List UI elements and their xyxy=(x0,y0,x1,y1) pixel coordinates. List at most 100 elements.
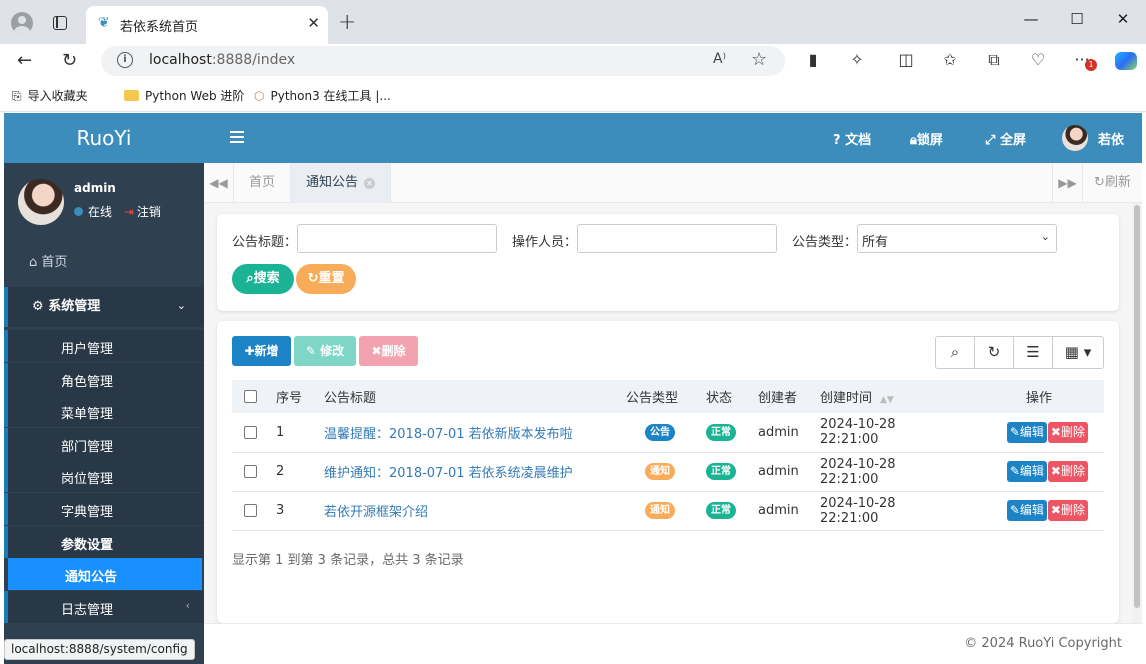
operator-input[interactable] xyxy=(577,224,777,253)
sidebar-item-users[interactable]: 用户管理 xyxy=(4,330,204,362)
sidebar-item-home[interactable]: ⌂ 首页 xyxy=(4,243,204,277)
col-seq[interactable]: 序号 xyxy=(270,380,318,413)
sidebar-item-config[interactable]: 参数设置 xyxy=(4,526,204,558)
new-tab-button[interactable]: + xyxy=(338,10,356,35)
browser-essentials-icon[interactable]: ♡ xyxy=(1027,50,1049,69)
question-icon: ? xyxy=(833,133,841,148)
sidebar-item-menus[interactable]: 菜单管理 xyxy=(4,395,204,427)
window-close-icon[interactable]: ✕ xyxy=(1108,10,1138,28)
row-title-link[interactable]: 温馨提醒：2018-07-01 若依新版本发布啦 xyxy=(324,427,573,442)
link-status-bar: localhost:8888/system/config xyxy=(4,639,195,660)
browser-tab[interactable]: ❦ 若依系统首页 ✕ xyxy=(86,6,328,44)
search-toggle-icon[interactable]: ⌕ xyxy=(936,337,975,368)
row-delete-button[interactable]: ✖删除 xyxy=(1047,421,1088,443)
chevron-down-icon: ⌄ xyxy=(1040,230,1050,243)
sidebar-item-notice[interactable]: 通知公告 xyxy=(8,558,202,590)
scrollbar-thumb[interactable] xyxy=(1134,205,1140,608)
columns-icon[interactable]: ▦ ▾ xyxy=(1053,337,1103,368)
sidebar-item-system[interactable]: ⚙ 系统管理 ⌄ xyxy=(4,287,204,327)
delete-button[interactable]: ✖删除 xyxy=(359,336,418,366)
avatar xyxy=(18,179,64,225)
read-aloud-icon[interactable]: A⁾ xyxy=(713,51,726,67)
select-all-checkbox[interactable] xyxy=(244,390,257,403)
sidebar-item-dicts[interactable]: 字典管理 xyxy=(4,493,204,525)
logo[interactable]: RuoYi xyxy=(4,113,204,163)
collections-icon[interactable]: ⧉ xyxy=(983,50,1005,70)
row-checkbox[interactable] xyxy=(244,465,257,478)
maximize-icon[interactable]: ☐ xyxy=(1062,10,1092,28)
copyright: © 2024 RuoYi Copyright xyxy=(964,636,1122,651)
topbar: ? 文档 🔒︎锁屏 ⤢ 全屏 若依 xyxy=(204,113,1142,163)
profile-icon[interactable] xyxy=(11,12,33,34)
address-bar[interactable]: i localhost:8888/index A⁾ ☆ xyxy=(101,46,785,76)
gear-icon: ⚙ xyxy=(32,299,44,314)
bookmark-import[interactable]: ⎘ 导入收藏夹 xyxy=(12,87,88,104)
logout-link[interactable]: 注销 xyxy=(137,205,161,219)
site-info-icon[interactable]: i xyxy=(117,52,133,68)
back-arrow-icon[interactable]: ← xyxy=(17,50,32,71)
reload-icon[interactable]: ↻ xyxy=(62,50,77,71)
split-screen-icon[interactable]: ◫ xyxy=(895,50,917,69)
sidebar-item-roles[interactable]: 角色管理 xyxy=(4,363,204,395)
row-edit-button[interactable]: ✎编辑 xyxy=(1006,500,1047,521)
topbar-user-name[interactable]: 若依 xyxy=(1098,129,1124,148)
sidebar-item-depts[interactable]: 部门管理 xyxy=(4,428,204,460)
row-delete-button[interactable]: ✖删除 xyxy=(1047,461,1088,482)
sidebar-item-posts[interactable]: 岗位管理 xyxy=(4,460,204,492)
row-checkbox[interactable] xyxy=(244,425,257,439)
edit-button[interactable]: ✎ 修改 xyxy=(294,336,356,366)
bookmark-python3-tools[interactable]: ⬡ Python3 在线工具 |... xyxy=(254,87,391,104)
row-checkbox[interactable] xyxy=(244,504,257,517)
row-title-link[interactable]: 维护通知：2018-07-01 若依系统凌晨维护 xyxy=(324,466,573,481)
tab-notice[interactable]: 通知公告 ✕ xyxy=(291,163,392,203)
favorite-star-icon[interactable]: ☆ xyxy=(751,49,767,70)
row-time: 2024-10-28 22:21:00 xyxy=(820,417,896,448)
plus-icon: ✚ xyxy=(244,344,255,358)
refresh-tab-button[interactable]: ↻刷新 xyxy=(1082,163,1142,203)
col-creator[interactable]: 创建者 xyxy=(752,380,814,413)
logout-icon[interactable]: ⇥ xyxy=(124,205,134,219)
title-input[interactable] xyxy=(297,224,497,253)
row-delete-button[interactable]: ✖删除 xyxy=(1047,500,1088,521)
add-button[interactable]: ✚新增 xyxy=(232,336,291,366)
topbar-avatar[interactable] xyxy=(1062,125,1088,151)
search-button[interactable]: ⌕搜索 xyxy=(232,264,294,294)
reader-icon[interactable]: ▮ xyxy=(802,50,824,69)
bookmark-python-web[interactable]: Python Web 进阶 xyxy=(124,87,244,104)
row-edit-button[interactable]: ✎编辑 xyxy=(1006,461,1047,482)
copilot-icon[interactable] xyxy=(1115,52,1137,70)
reset-button[interactable]: ↻重置 xyxy=(296,264,356,294)
table-row: 2 维护通知：2018-07-01 若依系统凌晨维护 通知 正常 admin 2… xyxy=(232,452,1104,491)
toggle-view-icon[interactable]: ☰ xyxy=(1014,337,1053,368)
col-time[interactable]: 创建时间 ▲▼ xyxy=(814,380,954,413)
row-title-link[interactable]: 若依开源框架介绍 xyxy=(324,505,428,520)
url-text[interactable]: localhost:8888/index xyxy=(149,52,295,68)
extensions-icon[interactable]: ✧ xyxy=(846,50,868,69)
tabs-scroll-right-icon[interactable]: ▶▶ xyxy=(1052,163,1082,203)
close-tab-icon[interactable]: ✕ xyxy=(307,14,320,32)
favorites-icon[interactable]: ✩ xyxy=(939,50,961,69)
col-title[interactable]: 公告标题 xyxy=(318,380,620,413)
docs-link[interactable]: ? 文档 xyxy=(833,129,871,148)
lock-screen-link[interactable]: 🔒︎锁屏 xyxy=(910,129,943,148)
sidebar-item-logs[interactable]: 日志管理 ‹ xyxy=(4,591,204,623)
type-select[interactable]: 所有 ⌄ xyxy=(857,224,1057,253)
row-time: 2024-10-28 22:21:00 xyxy=(820,456,896,487)
fullscreen-link[interactable]: ⤢ 全屏 xyxy=(985,129,1026,148)
col-type[interactable]: 公告类型 xyxy=(620,380,700,413)
tab-home[interactable]: 首页 xyxy=(234,163,292,203)
scrollbar[interactable] xyxy=(1132,203,1142,623)
row-edit-button[interactable]: ✎编辑 xyxy=(1006,421,1047,443)
remove-icon: ✖ xyxy=(1050,503,1061,517)
user-name: admin xyxy=(74,181,116,195)
row-seq: 2 xyxy=(276,464,285,479)
menu-toggle-icon[interactable] xyxy=(230,131,244,143)
col-status[interactable]: 状态 xyxy=(700,380,752,413)
tabs-scroll-left-icon[interactable]: ◀◀ xyxy=(204,163,234,203)
minimize-icon[interactable]: — xyxy=(1016,10,1046,28)
remove-icon: ✖ xyxy=(371,344,382,358)
table-row: 1 温馨提醒：2018-07-01 若依新版本发布啦 公告 正常 admin 2… xyxy=(232,413,1104,452)
refresh-table-icon[interactable]: ↻ xyxy=(975,337,1014,368)
tab-actions-icon[interactable] xyxy=(53,16,67,30)
close-tab-x-icon[interactable]: ✕ xyxy=(364,178,376,189)
